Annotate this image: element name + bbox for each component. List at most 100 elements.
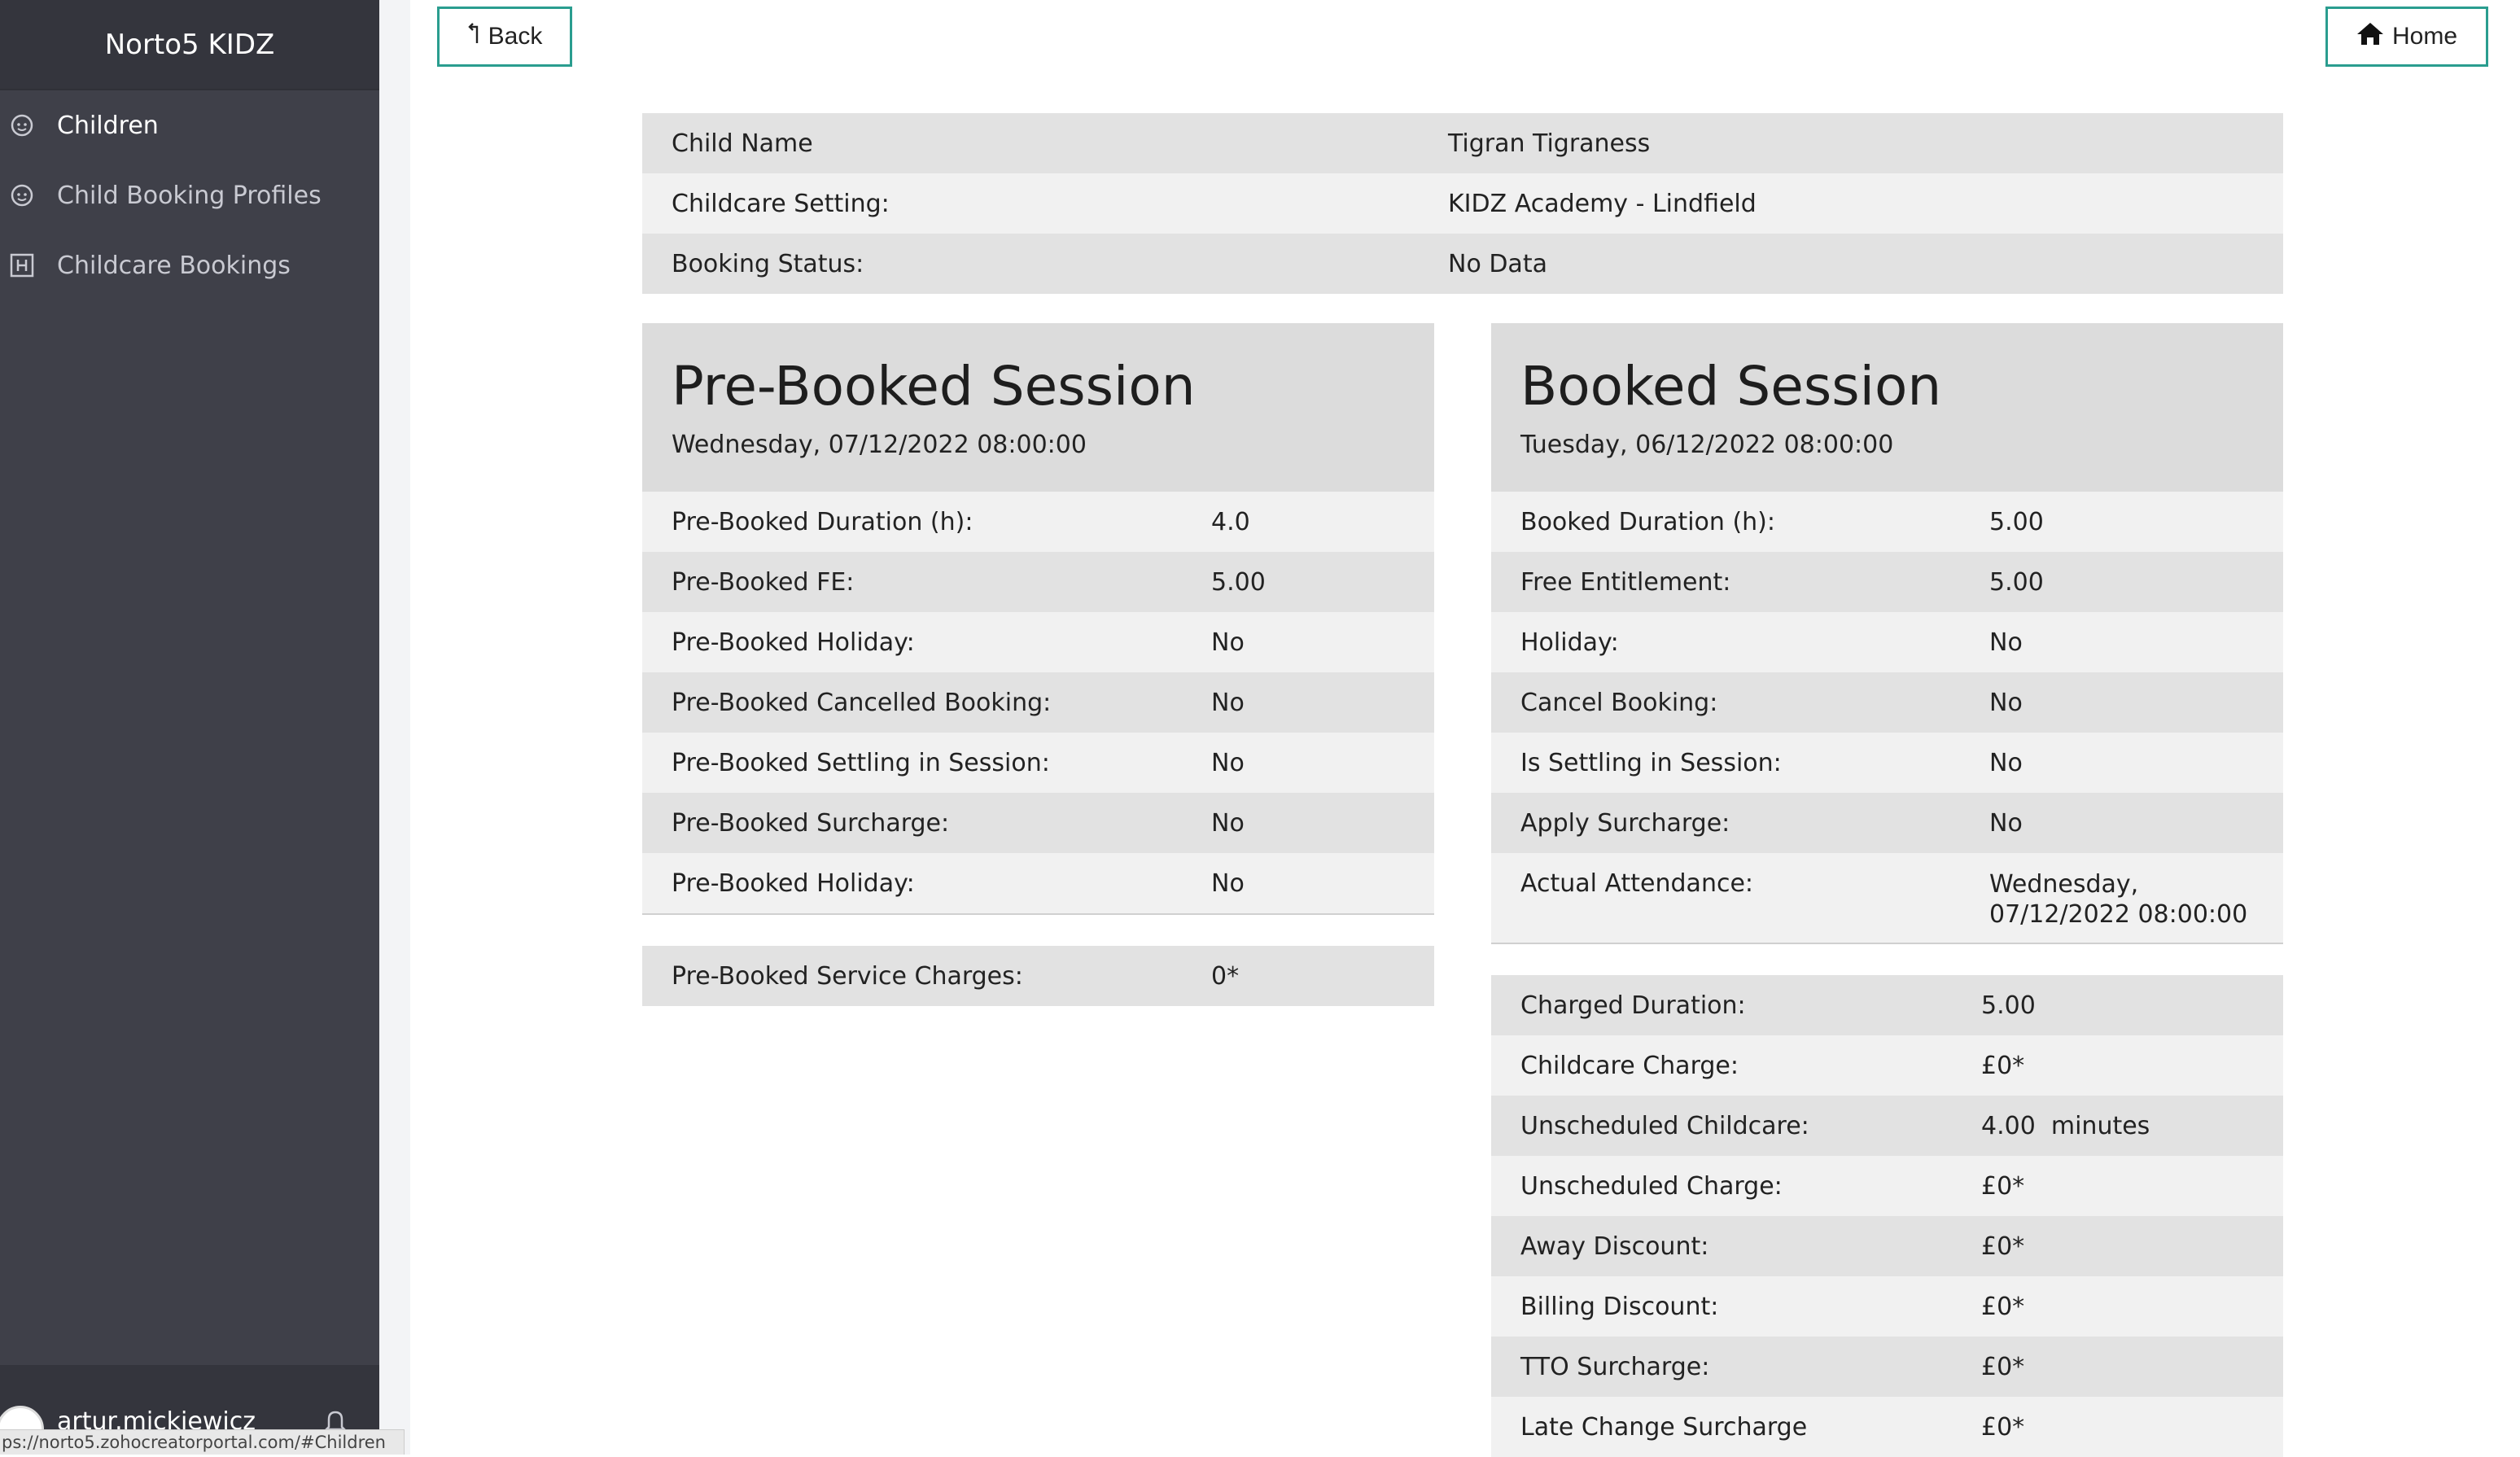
charge-key: TTO Surcharge: — [1520, 1352, 1710, 1381]
detail-value: No — [1211, 748, 1245, 777]
booked-title: Booked Session — [1520, 355, 1942, 418]
detail-value: No — [1211, 808, 1245, 838]
charge-value: £0* — [1981, 1171, 2025, 1201]
sidebar-item-childcare-bookings[interactable]: Childcare Bookings — [0, 230, 379, 300]
prebooked-title: Pre-Booked Session — [672, 355, 1196, 418]
home-icon — [2356, 21, 2384, 52]
detail-row: Booked Duration (h): 5.00 — [1491, 492, 2283, 552]
home-button-label: Home — [2391, 23, 2458, 50]
detail-key: Pre-Booked Settling in Session: — [672, 748, 1050, 777]
detail-row: Pre-Booked Cancelled Booking: No — [642, 672, 1434, 733]
detail-key: Apply Surcharge: — [1520, 808, 1730, 838]
detail-key: Actual Attendance: — [1520, 869, 1754, 898]
info-row-child-name: Child Name Tigran Tigraness — [642, 113, 2283, 173]
prebooked-date: Wednesday, 07/12/2022 08:00:00 — [672, 431, 1087, 459]
info-value: No Data — [1448, 249, 1547, 278]
detail-row: Pre-Booked Holiday: No — [642, 853, 1434, 913]
back-button-label: Back — [488, 23, 543, 50]
charge-row: Childcare Charge: £0* — [1491, 1035, 2283, 1096]
detail-key: Booked Duration (h): — [1520, 507, 1775, 536]
detail-row: Free Entitlement: 5.00 — [1491, 552, 2283, 612]
info-key: Childcare Setting: — [672, 189, 890, 218]
child-icon — [8, 112, 36, 139]
info-key: Child Name — [672, 129, 813, 158]
detail-row: Is Settling in Session: No — [1491, 733, 2283, 793]
prebooked-session-panel: Pre-Booked Session Wednesday, 07/12/2022… — [642, 323, 1434, 1006]
info-value: Tigran Tigraness — [1448, 129, 1651, 158]
info-value: KIDZ Academy - Lindfield — [1448, 189, 1757, 218]
charge-row: Charged Duration: 5.00 — [1491, 975, 2283, 1035]
detail-key: Pre-Booked Surcharge: — [672, 808, 950, 838]
detail-key: Free Entitlement: — [1520, 567, 1731, 597]
sidebar-item-children[interactable]: Children — [0, 90, 379, 160]
detail-row: Pre-Booked FE: 5.00 — [642, 552, 1434, 612]
charge-row: Billing Discount: £0* — [1491, 1276, 2283, 1337]
charge-key: Away Discount: — [1520, 1232, 1709, 1261]
detail-value: Wednesday, 07/12/2022 08:00:00 — [1989, 870, 2248, 929]
detail-row: Apply Surcharge: No — [1491, 793, 2283, 853]
prebooked-header: Pre-Booked Session Wednesday, 07/12/2022… — [642, 323, 1434, 492]
detail-row: Cancel Booking: No — [1491, 672, 2283, 733]
detail-value: 5.00 — [1989, 567, 2044, 597]
detail-value: No — [1211, 688, 1245, 717]
detail-key: Pre-Booked Holiday: — [672, 869, 915, 898]
charge-value: 4.00 minutes — [1981, 1111, 2150, 1140]
sidebar-item-label: Childcare Bookings — [57, 251, 291, 280]
detail-key: Pre-Booked Duration (h): — [672, 507, 973, 536]
charge-row: Unscheduled Childcare: 4.00 minutes — [1491, 1096, 2283, 1156]
detail-value: No — [1211, 628, 1245, 657]
charge-key: Late Change Surcharge — [1520, 1412, 1808, 1442]
detail-value: No — [1989, 748, 2023, 777]
back-arrow-icon — [467, 22, 480, 51]
detail-value: 5.00 — [1989, 507, 2044, 536]
sidebar-item-label: Child Booking Profiles — [57, 181, 322, 210]
child-info-table: Child Name Tigran Tigraness Childcare Se… — [642, 113, 2283, 294]
detail-key: Pre-Booked Cancelled Booking: — [672, 688, 1052, 717]
detail-key: Cancel Booking: — [1520, 688, 1718, 717]
prebooked-details: Pre-Booked Duration (h): 4.0 Pre-Booked F… — [642, 492, 1434, 915]
detail-row: Holiday: No — [1491, 612, 2283, 672]
charge-row: Pre-Booked Service Charges: 0* — [642, 946, 1434, 1006]
sidebar-gutter — [379, 0, 410, 1455]
charge-key: Childcare Charge: — [1520, 1051, 1739, 1080]
info-row-childcare-setting: Childcare Setting: KIDZ Academy - Lindfi… — [642, 173, 2283, 234]
status-url: ps://norto5.zohocreatorportal.com/#Child… — [0, 1429, 405, 1455]
charge-key: Billing Discount: — [1520, 1292, 1719, 1321]
detail-row: Pre-Booked Settling in Session: No — [642, 733, 1434, 793]
booked-header: Booked Session Tuesday, 06/12/2022 08:00… — [1491, 323, 2283, 492]
booked-charges: Charged Duration: 5.00 Childcare Charge: £… — [1491, 975, 2283, 1457]
back-button[interactable]: Back — [437, 7, 572, 67]
detail-value: No — [1211, 869, 1245, 898]
booking-icon — [8, 252, 36, 279]
charge-key: Unscheduled Charge: — [1520, 1171, 1783, 1201]
charge-value: £0* — [1981, 1051, 2025, 1080]
detail-key: Pre-Booked FE: — [672, 567, 855, 597]
detail-key: Holiday: — [1520, 628, 1619, 657]
charge-key: Pre-Booked Service Charges: — [672, 961, 1023, 991]
detail-row: Pre-Booked Holiday: No — [642, 612, 1434, 672]
charge-row: Late Change Surcharge £0* — [1491, 1397, 2283, 1457]
charge-key: Unscheduled Childcare: — [1520, 1111, 1809, 1140]
charge-value: £0* — [1981, 1412, 2025, 1442]
booked-date: Tuesday, 06/12/2022 08:00:00 — [1520, 431, 1894, 459]
charge-row: TTO Surcharge: £0* — [1491, 1337, 2283, 1397]
detail-row: Pre-Booked Duration (h): 4.0 — [642, 492, 1434, 552]
booked-session-panel: Booked Session Tuesday, 06/12/2022 08:00… — [1491, 323, 2283, 1457]
detail-value: 4.0 — [1211, 507, 1250, 536]
detail-value: 5.00 — [1211, 567, 1266, 597]
sidebar-item-child-booking-profiles[interactable]: Child Booking Profiles — [0, 160, 379, 230]
info-key: Booking Status: — [672, 249, 864, 278]
charge-value: £0* — [1981, 1232, 2025, 1261]
detail-key: Is Settling in Session: — [1520, 748, 1782, 777]
home-button[interactable]: Home — [2325, 7, 2488, 67]
sidebar: Norto5 KIDZ Children Child Booking Profi… — [0, 0, 379, 1455]
child-icon — [8, 182, 36, 209]
detail-value: No — [1989, 808, 2023, 838]
charge-row: Unscheduled Charge: £0* — [1491, 1156, 2283, 1216]
charge-key: Charged Duration: — [1520, 991, 1746, 1020]
charge-value: 0* — [1211, 961, 1240, 991]
detail-row: Actual Attendance: Wednesday, 07/12/2022 … — [1491, 853, 2283, 943]
detail-value: No — [1989, 628, 2023, 657]
booked-details: Booked Duration (h): 5.00 Free Entitlemen… — [1491, 492, 2283, 944]
charge-value: £0* — [1981, 1292, 2025, 1321]
